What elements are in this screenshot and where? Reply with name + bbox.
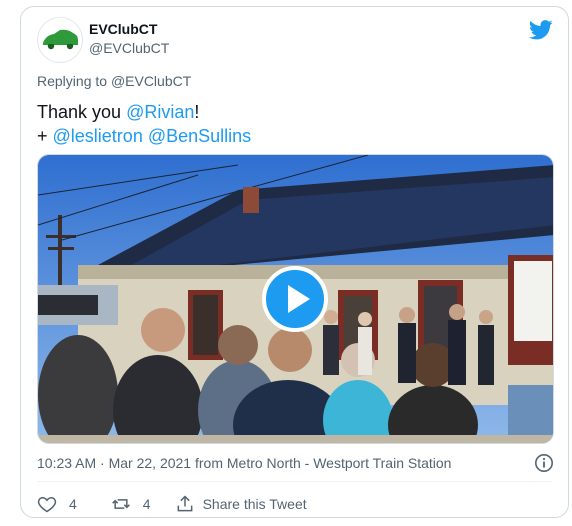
info-icon[interactable] — [534, 453, 554, 478]
replying-prefix: Replying to — [37, 73, 108, 89]
share-label: Share this Tweet — [202, 496, 307, 512]
tweet-line-1-prefix: Thank you — [37, 102, 127, 122]
mention-bensullins[interactable]: @BenSullins — [148, 126, 251, 146]
mention-rivian[interactable]: @Rivian — [126, 102, 194, 122]
twitter-bird-icon[interactable] — [528, 19, 553, 46]
tweet-timestamp[interactable]: 10:23 AM · Mar 22, 2021 from Metro North… — [37, 455, 451, 471]
play-button[interactable] — [262, 266, 328, 332]
tweet-actions: 4 4 Share this Tweet — [37, 493, 307, 515]
evclubct-logo — [38, 18, 82, 62]
like-button[interactable]: 4 — [37, 494, 77, 514]
tweet-line-2-prefix: + — [37, 126, 53, 146]
play-icon — [288, 285, 310, 313]
share-icon — [177, 495, 193, 512]
video-player[interactable] — [37, 154, 554, 444]
mention-leslietron[interactable]: @leslietron — [53, 126, 143, 146]
divider — [37, 481, 552, 482]
tweet-line-1-suffix: ! — [194, 102, 200, 122]
author-handle[interactable]: @EVClubCT — [89, 40, 169, 56]
tweet-card: EVClubCT @EVClubCT Replying to @EVClubCT… — [20, 6, 569, 518]
avatar[interactable] — [37, 17, 83, 63]
retweet-icon — [111, 499, 130, 509]
replying-to: Replying to @EVClubCT — [37, 73, 191, 89]
retweet-count: 4 — [142, 496, 151, 512]
like-count: 4 — [69, 496, 77, 512]
tweet-text: Thank you @Rivian! + @leslietron @BenSul… — [37, 100, 251, 148]
retweet-button[interactable]: 4 — [111, 494, 151, 514]
heart-icon — [37, 496, 57, 513]
replying-to-link[interactable]: @EVClubCT — [111, 73, 191, 89]
author-name[interactable]: EVClubCT — [89, 21, 157, 37]
tweet-line-2: + @leslietron @BenSullins — [37, 124, 251, 148]
share-button[interactable]: Share this Tweet — [175, 494, 307, 514]
tweet-line-1: Thank you @Rivian! — [37, 100, 251, 124]
